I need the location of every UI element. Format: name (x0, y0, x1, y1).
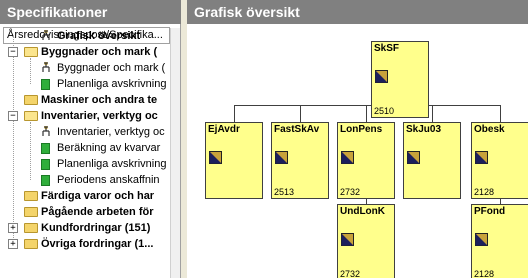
account-icon (341, 233, 354, 246)
org-node-number: 2510 (374, 106, 395, 116)
tree-item[interactable]: Inventarier, verktyg oc (0, 124, 170, 140)
tree-item[interactable]: + Kundfordringar (151) (0, 220, 170, 236)
account-icon (475, 151, 488, 164)
org-node-code: PFond (474, 206, 506, 217)
org-node-code: LonPens (340, 124, 383, 135)
folder-open-icon (24, 47, 38, 57)
graphic-overview-canvas: SkSF 2510 EjAvdr FastSkAv 2513 LonPens 2732 SkJ… (187, 24, 528, 278)
expand-icon[interactable]: + (8, 239, 18, 249)
tree-item-label: Övriga fordringar (1... (41, 238, 154, 250)
tree-item-label: Planenliga avskrivning (57, 158, 167, 170)
org-chart-icon (42, 30, 50, 40)
tree-item-label: Inventarier, verktyg oc (57, 126, 165, 138)
folder-icon (24, 207, 38, 217)
tree-item[interactable]: Grafisk översikt (0, 28, 170, 44)
org-node[interactable]: SkSF 2510 (371, 41, 429, 118)
folder-icon (24, 223, 38, 233)
org-chart-connector (234, 105, 235, 122)
org-node-code: UndLonK (340, 206, 385, 217)
tree-item-label: Byggnader och mark ( (57, 62, 166, 74)
org-chart-connector (432, 105, 433, 122)
org-node-code: Obesk (474, 124, 505, 135)
green-doc-icon (41, 159, 50, 170)
tree-item[interactable]: Maskiner och andra te (0, 92, 170, 108)
org-node[interactable]: UndLonK 2732 (337, 204, 395, 278)
account-icon (275, 151, 288, 164)
org-node-number: 2513 (274, 187, 295, 197)
tree-item-label: Pågående arbeten för (41, 206, 154, 218)
tree-item-label: Inventarier, verktyg oc (41, 110, 158, 122)
left-panel-title: Specifikationer (0, 0, 181, 24)
tree-item[interactable]: − Inventarier, verktyg oc (0, 108, 170, 124)
tree-item-label: Kundfordringar (151) (41, 222, 151, 234)
tree-item-label: Planenliga avskrivning (57, 78, 167, 90)
org-node[interactable]: FastSkAv 2513 (271, 122, 329, 199)
org-node-code: SkJu03 (406, 124, 442, 135)
tree-item[interactable]: Planenliga avskrivning (0, 156, 170, 172)
org-node-number: 2732 (340, 269, 361, 278)
tree-item-label: Maskiner och andra te (41, 94, 158, 106)
tree-item[interactable]: Periodens anskaffnin (0, 172, 170, 188)
org-chart-icon (42, 126, 50, 136)
tree-item-label: Periodens anskaffnin (57, 174, 160, 186)
org-node-code: FastSkAv (274, 124, 320, 135)
account-icon (375, 70, 388, 83)
tree-item[interactable]: Färdiga varor och har (0, 188, 170, 204)
tree-item-label: Beräkning av kvarvar (57, 142, 161, 154)
tree-item[interactable]: − Byggnader och mark ( (0, 44, 170, 60)
collapse-icon[interactable]: − (8, 47, 18, 57)
tree-item-label: Byggnader och mark ( (41, 46, 158, 58)
tree-item[interactable]: Pågående arbeten för (0, 204, 170, 220)
tree-item-label: Färdiga varor och har (41, 190, 155, 202)
account-icon (475, 233, 488, 246)
green-doc-icon (41, 143, 50, 154)
folder-open-icon (24, 111, 38, 121)
org-chart-connector (366, 105, 367, 122)
folder-icon (24, 191, 38, 201)
account-icon (209, 151, 222, 164)
folder-icon (24, 95, 38, 105)
org-node-number: 2732 (340, 187, 361, 197)
specification-tree-panel: Årsredovisningspost/Specifika... Grafisk… (0, 24, 181, 278)
tree-item-label: Grafisk översikt (57, 30, 141, 42)
tree-item[interactable]: Beräkning av kvarvar (0, 140, 170, 156)
green-doc-icon (41, 79, 50, 90)
org-node[interactable]: PFond 2128 (471, 204, 528, 278)
green-doc-icon (41, 175, 50, 186)
org-node[interactable]: Obesk 2128 (471, 122, 528, 199)
org-node-code: SkSF (374, 43, 400, 54)
org-chart-connector (300, 105, 301, 122)
org-chart-connector (500, 105, 501, 122)
collapse-icon[interactable]: − (8, 111, 18, 121)
folder-icon (24, 239, 38, 249)
account-icon (341, 151, 354, 164)
expand-icon[interactable]: + (8, 223, 18, 233)
org-node-number: 2128 (474, 187, 495, 197)
org-node-code: EjAvdr (208, 124, 240, 135)
tree-item[interactable]: + Övriga fordringar (1... (0, 236, 170, 252)
org-node[interactable]: LonPens 2732 (337, 122, 395, 199)
tree-vertical-scrollbar[interactable] (170, 28, 180, 278)
tree-item[interactable]: Byggnader och mark ( (0, 60, 170, 76)
account-icon (407, 151, 420, 164)
org-chart-connector (234, 105, 501, 106)
tree-item[interactable]: Planenliga avskrivning (0, 76, 170, 92)
org-node[interactable]: SkJu03 (403, 122, 461, 199)
org-chart-icon (42, 62, 50, 72)
right-panel-title: Grafisk översikt (187, 0, 528, 24)
org-node[interactable]: EjAvdr (205, 122, 263, 199)
org-node-number: 2128 (474, 269, 495, 278)
